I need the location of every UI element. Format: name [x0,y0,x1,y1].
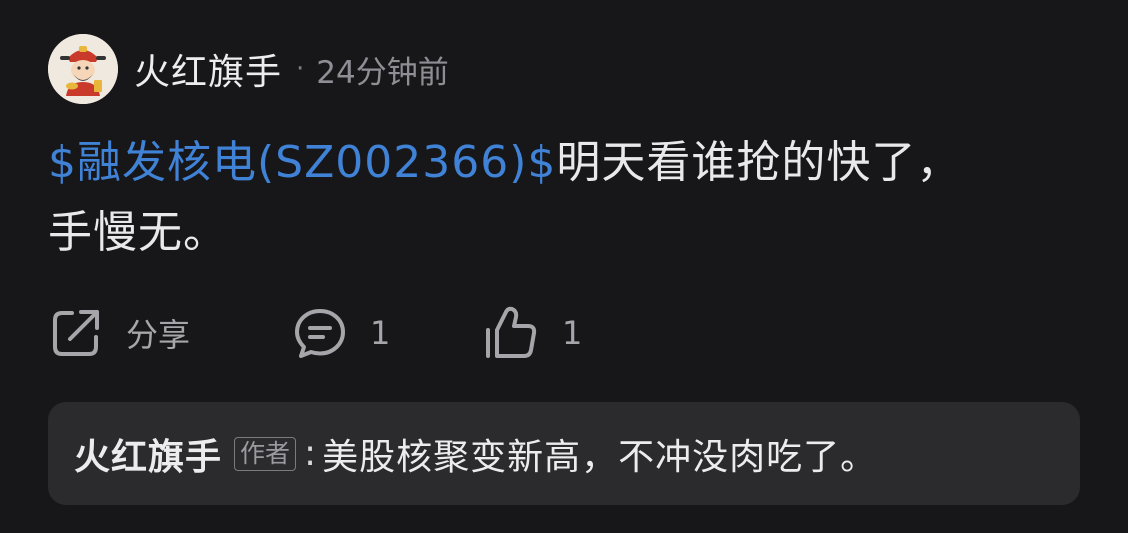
comment-count: 1 [370,314,391,352]
reply-content: 火红旗手 作者 : 美股核聚变新高，不冲没肉吃了。 [74,428,877,480]
share-icon [53,310,99,356]
post-card: 火红旗手 · 24分钟前 $融发核电(SZ002366)$明天看谁抢的快了， 手… [0,0,1128,533]
reply-text: 美股核聚变新高，不冲没肉吃了。 [322,436,878,478]
author-badge: 作者 [234,436,297,471]
post-header: 火红旗手 · 24分钟前 [48,34,449,104]
like-count: 1 [562,314,583,352]
comment-button[interactable]: 1 [292,300,390,366]
thumbs-up-icon [486,306,537,358]
reply-colon: : [304,433,317,474]
action-bar: 分享 1 1 [48,300,748,366]
post-text-line2: 手慢无。 [48,207,228,258]
avatar[interactable] [48,34,118,104]
meta-separator: · [296,54,305,84]
stock-link[interactable]: $融发核电(SZ002366)$ [48,137,556,188]
author-reply[interactable]: 火红旗手 作者 : 美股核聚变新高，不冲没肉吃了。 [48,402,1080,505]
share-button[interactable]: 分享 [48,300,190,366]
author-name[interactable]: 火红旗手 [134,43,282,95]
comment-icon [295,309,345,358]
post-text-line1: 明天看谁抢的快了， [556,137,962,188]
share-label: 分享 [126,316,191,354]
reply-author-name[interactable]: 火红旗手 [74,428,222,480]
like-button[interactable]: 1 [482,300,582,366]
post-content: $融发核电(SZ002366)$明天看谁抢的快了， 手慢无。 [48,128,1088,268]
fortune-god-avatar-icon [48,34,118,104]
post-time: 24分钟前 [316,54,449,91]
